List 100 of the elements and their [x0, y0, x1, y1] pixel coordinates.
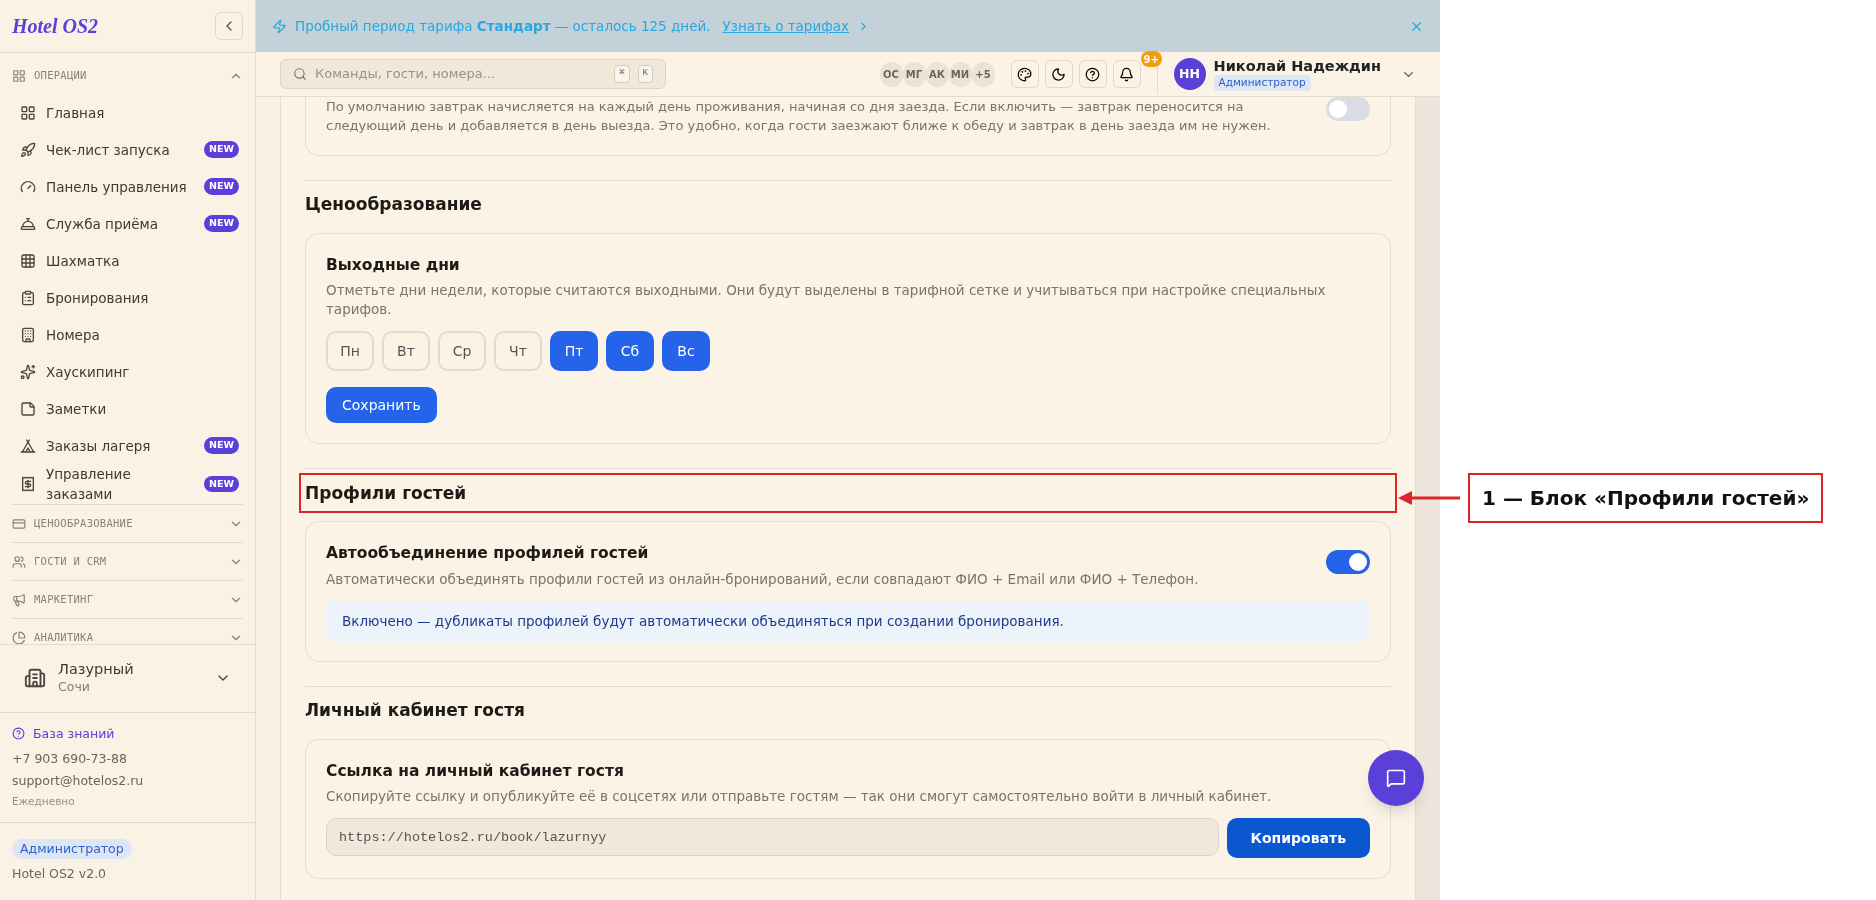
- user-name: Николай Надеждин: [1213, 57, 1381, 76]
- grid-icon: [12, 68, 26, 83]
- collapse-sidebar-button[interactable]: [215, 12, 243, 40]
- user-avatar[interactable]: МГ: [902, 61, 926, 87]
- card-title: Ссылка на личный кабинет гостя: [326, 760, 625, 782]
- group-label[interactable]: МАРКЕТИНГ: [34, 591, 94, 608]
- weekday-toggle[interactable]: Чт: [494, 331, 542, 372]
- pie-chart-icon: [12, 630, 26, 644]
- group-label[interactable]: АНАЛИТИКА: [34, 629, 94, 644]
- toggle-switch[interactable]: [1326, 97, 1370, 121]
- weekday-toggle[interactable]: Ср: [438, 331, 486, 372]
- card-description: Автоматически объединять профили гостей из онлайн-бронирований, если совпадают ФИО + Email или ФИО + Телефон.: [326, 569, 1200, 589]
- group-label[interactable]: ЦЕНООБРАЗОВАНИЕ: [34, 515, 133, 532]
- weekday-toggle[interactable]: Пт: [550, 331, 598, 372]
- sparkles-icon: [20, 363, 36, 380]
- clipboard-icon: [20, 289, 36, 306]
- shortcut-key: K: [637, 65, 653, 83]
- section-heading: Ценообразование: [304, 193, 483, 217]
- property-name[interactable]: Лазурный: [58, 659, 203, 678]
- building-icon: [24, 667, 46, 689]
- palette-icon: [1017, 66, 1032, 82]
- building-icon: [20, 326, 36, 343]
- group-label[interactable]: ОПЕРАЦИИ: [34, 67, 87, 84]
- property-city: Сочи: [58, 677, 91, 696]
- user-avatar[interactable]: ОС: [879, 61, 903, 87]
- new-badge: NEW: [204, 178, 239, 195]
- nav-item[interactable]: Главная: [46, 102, 239, 123]
- nav-item[interactable]: Номера: [46, 324, 239, 345]
- role-badge: Администратор: [12, 838, 132, 860]
- user-avatar[interactable]: АК: [925, 61, 949, 87]
- notifications-button[interactable]: [1112, 60, 1141, 88]
- receipt-icon: [20, 476, 36, 492]
- search-field[interactable]: Команды, гости, номера...: [315, 64, 607, 84]
- shortcut-key: ⌘: [614, 65, 630, 83]
- moon-icon: [1051, 66, 1066, 82]
- gauge-icon: [20, 178, 36, 195]
- help-icon: [1085, 66, 1100, 82]
- annotation-label: 1 — Блок «Профили гостей»: [1482, 485, 1810, 512]
- group-label[interactable]: ГОСТИ И CRM: [34, 553, 107, 570]
- nav-item[interactable]: Чек-лист запуска: [46, 139, 195, 160]
- notification-badge: 9+: [1140, 51, 1162, 67]
- arrow-drawing: [1398, 491, 1460, 505]
- nav-item[interactable]: Хаускипинг: [46, 361, 239, 382]
- user-role: Администратор: [1213, 75, 1311, 91]
- toggle-switch[interactable]: [1326, 550, 1370, 575]
- nav-item[interactable]: Управление заказами: [46, 464, 156, 504]
- scrollbar[interactable]: [1416, 97, 1440, 900]
- card-description: Отметьте дни недели, которые считаются выходными. Они будут выделены в тарифной сетке и учитываться при настройке специальных тарифов.: [326, 281, 1327, 320]
- search-bar[interactable]: Команды, гости, номера... ⌘ K: [280, 59, 666, 89]
- trial-banner-text: Пробный период тарифа Стандарт — осталось 125 дней.: [295, 16, 711, 36]
- setting-description: По умолчанию завтрак начисляется на каждый день проживания, начиная со дня заезда. Если включить — завтрак переносится на следующий день и добавляется в день выезда. Это удобно, когда гости заезжают ближе к обеду и завтрак в день заезда им не нужен.: [326, 98, 1272, 135]
- help-icon: [12, 727, 25, 741]
- nav-item[interactable]: Панель управления: [46, 176, 195, 197]
- weekday-toggle[interactable]: Пн: [326, 331, 374, 372]
- knowledge-base-link[interactable]: База знаний: [33, 724, 115, 744]
- bell-icon: [1119, 66, 1134, 82]
- bell-icon: [20, 215, 36, 232]
- users-icon: [12, 554, 26, 569]
- help-button[interactable]: [1078, 60, 1107, 88]
- support-hours: Ежедневно: [12, 793, 76, 809]
- search-icon: [293, 67, 307, 81]
- new-badge: NEW: [204, 141, 239, 158]
- user-avatar[interactable]: +5: [971, 61, 995, 87]
- new-badge: NEW: [204, 437, 239, 454]
- new-badge: NEW: [204, 475, 239, 493]
- megaphone-icon: [12, 592, 26, 607]
- app-version: Hotel OS2 v2.0: [12, 865, 107, 884]
- support-email: support@hotelos2.ru: [12, 772, 145, 790]
- weekday-toggle[interactable]: Вт: [382, 331, 430, 372]
- user-avatar[interactable]: НН: [1173, 58, 1206, 90]
- card-title: Автообъединение профилей гостей: [326, 543, 650, 565]
- nav-item[interactable]: Заказы лагеря: [46, 435, 195, 456]
- nav-item[interactable]: Служба приёма: [46, 213, 195, 234]
- dark-mode-button[interactable]: [1044, 60, 1073, 88]
- user-avatar[interactable]: МИ: [948, 61, 972, 87]
- weekday-toggle[interactable]: Сб: [606, 331, 654, 372]
- nav-item[interactable]: Бронирования: [46, 287, 239, 308]
- card-icon: [12, 516, 26, 531]
- nav-item[interactable]: Шахматка: [46, 250, 239, 271]
- section-heading: Профили гостей: [299, 473, 1397, 514]
- info-note: Включено — дубликаты профилей будут автоматически объединяться при создании бронирования.: [326, 600, 1370, 641]
- note-icon: [20, 400, 36, 417]
- grid-icon: [20, 104, 36, 121]
- section-heading: Личный кабинет гостя: [304, 699, 526, 722]
- link-field[interactable]: https://hotelos2.ru/book/lazurnyy: [326, 818, 1219, 856]
- copy-button[interactable]: Копировать: [1226, 818, 1370, 858]
- new-badge: NEW: [204, 215, 239, 232]
- nav-item[interactable]: Заметки: [46, 398, 239, 419]
- card-title: Выходные дни: [326, 255, 461, 276]
- card-description: Скопируйте ссылку и опубликуйте её в соцсетях или отправьте гостям — так они смогут самостоятельно войти в личный кабинет.: [326, 787, 1273, 806]
- lightning-icon: [272, 18, 287, 34]
- table-icon: [20, 252, 36, 269]
- app-logo: Hotel OS2: [12, 14, 99, 39]
- palette-button[interactable]: [1010, 60, 1039, 88]
- weekday-toggle[interactable]: Вс: [662, 331, 710, 372]
- chat-icon: [1386, 768, 1406, 788]
- rocket-icon: [20, 141, 36, 158]
- support-phone: +7 903 690-73-88: [12, 750, 128, 769]
- tent-icon: [20, 437, 36, 454]
- save-button[interactable]: Сохранить: [326, 387, 437, 424]
